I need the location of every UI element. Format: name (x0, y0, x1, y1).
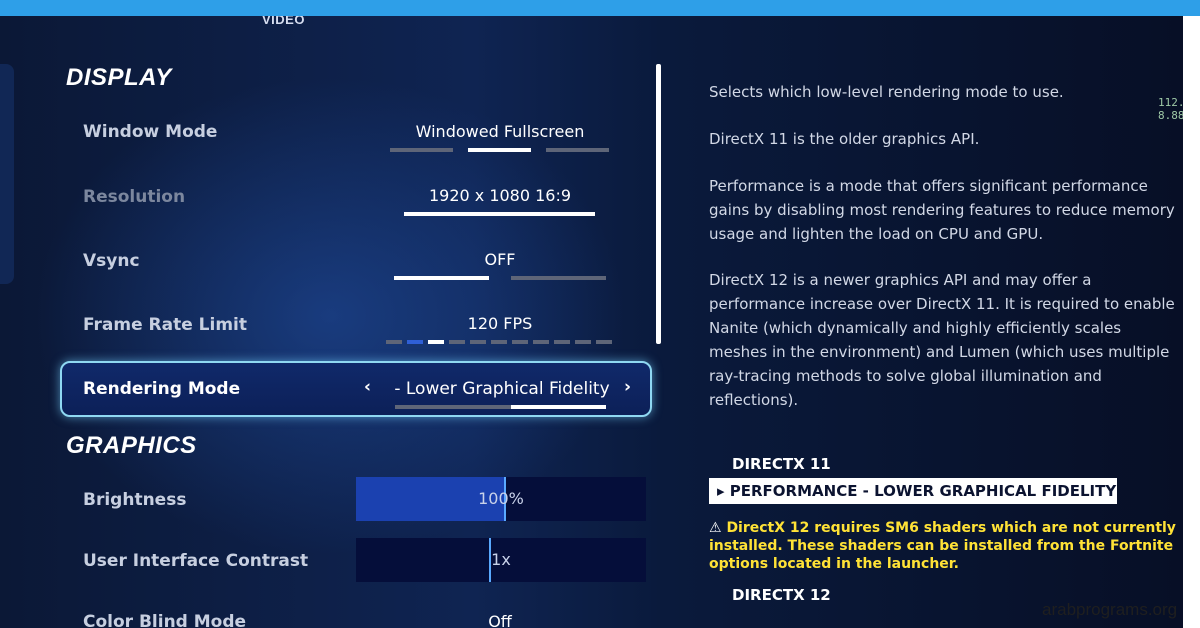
vsync-label: Vsync (83, 251, 140, 271)
resolution-bar (404, 212, 595, 216)
color-blind-value[interactable]: Off (360, 612, 640, 628)
description-dx11: DirectX 11 is the older graphics API. (709, 130, 980, 148)
rendering-mode-label: Rendering Mode (83, 379, 241, 399)
color-blind-label: Color Blind Mode (83, 612, 247, 628)
option-directx-12[interactable]: DIRECTX 12 (732, 586, 831, 604)
frame-rate-step[interactable] (449, 340, 465, 344)
chevron-right-icon[interactable]: › (624, 377, 631, 397)
section-title-display: DISPLAY (66, 64, 172, 91)
window-mode-label: Window Mode (83, 122, 218, 142)
vsync-option-off[interactable] (394, 276, 489, 280)
resolution-value[interactable]: 1920 x 1080 16:9 (360, 186, 640, 205)
brightness-label: Brightness (83, 490, 187, 510)
warning-icon: ⚠ (709, 520, 727, 536)
window-mode-value[interactable]: Windowed Fullscreen (360, 122, 640, 141)
ui-contrast-label: User Interface Contrast (83, 551, 309, 571)
frame-rate-step[interactable] (596, 340, 612, 344)
overlay-fps: 112. (1158, 96, 1183, 109)
tab-video[interactable]: VIDEO (262, 16, 305, 27)
frame-rate-step[interactable] (512, 340, 528, 344)
frame-rate-step[interactable] (470, 340, 486, 344)
side-panel-edge (0, 64, 14, 284)
frame-rate-step[interactable] (386, 340, 402, 344)
caret-right-icon: ▸ (717, 482, 730, 500)
game-settings-screen: VIDEO DISPLAY Window Mode Windowed Fulls… (0, 16, 1183, 628)
option-performance-label: PERFORMANCE - LOWER GRAPHICAL FIDELITY (729, 482, 1117, 500)
performance-overlay: 112. 8.88 (1158, 96, 1183, 122)
option-performance-selected[interactable]: ▸ PERFORMANCE - LOWER GRAPHICAL FIDELITY (709, 478, 1117, 504)
frame-rate-step[interactable] (407, 340, 423, 344)
frame-rate-label: Frame Rate Limit (83, 315, 248, 335)
rendering-mode-value: - Lower Graphical Fidelity (394, 379, 610, 399)
window-mode-option-1[interactable] (390, 148, 453, 152)
frame-rate-value[interactable]: 120 FPS (360, 314, 640, 333)
resolution-label: Resolution (83, 187, 186, 207)
vsync-option-on[interactable] (511, 276, 606, 280)
brightness-slider[interactable]: 100% (356, 477, 646, 521)
site-watermark: arabprograms.org (1042, 600, 1178, 619)
rendering-mode-option-2[interactable] (511, 405, 606, 409)
brightness-value: 100% (478, 489, 524, 508)
frame-rate-step[interactable] (533, 340, 549, 344)
description-intro: Selects which low-level rendering mode t… (709, 83, 1064, 101)
settings-scrollbar[interactable] (656, 64, 661, 344)
top-banner (0, 0, 1200, 16)
frame-rate-step[interactable] (491, 340, 507, 344)
shader-warning-text: DirectX 12 requires SM6 shaders which ar… (709, 520, 1176, 572)
section-title-graphics: GRAPHICS (66, 432, 197, 459)
shader-warning: ⚠ DirectX 12 requires SM6 shaders which … (709, 519, 1183, 573)
overlay-frametime: 8.88 (1158, 109, 1183, 122)
description-panel: Selects which low-level rendering mode t… (709, 80, 1179, 412)
ui-contrast-slider[interactable]: 1x (356, 538, 646, 582)
frame-rate-step[interactable] (575, 340, 591, 344)
window-mode-option-2[interactable] (468, 148, 531, 152)
option-directx-11[interactable]: DIRECTX 11 (732, 455, 831, 473)
rendering-mode-option-1[interactable] (395, 405, 517, 409)
description-performance: Performance is a mode that offers signif… (709, 177, 1175, 243)
window-mode-option-3[interactable] (546, 148, 609, 152)
chevron-left-icon[interactable]: ‹ (364, 377, 371, 397)
frame-rate-step[interactable] (554, 340, 570, 344)
vsync-value[interactable]: OFF (360, 250, 640, 269)
description-dx12: DirectX 12 is a newer graphics API and m… (709, 271, 1175, 409)
frame-rate-step-selected[interactable] (428, 340, 444, 344)
ui-contrast-value: 1x (491, 550, 511, 569)
